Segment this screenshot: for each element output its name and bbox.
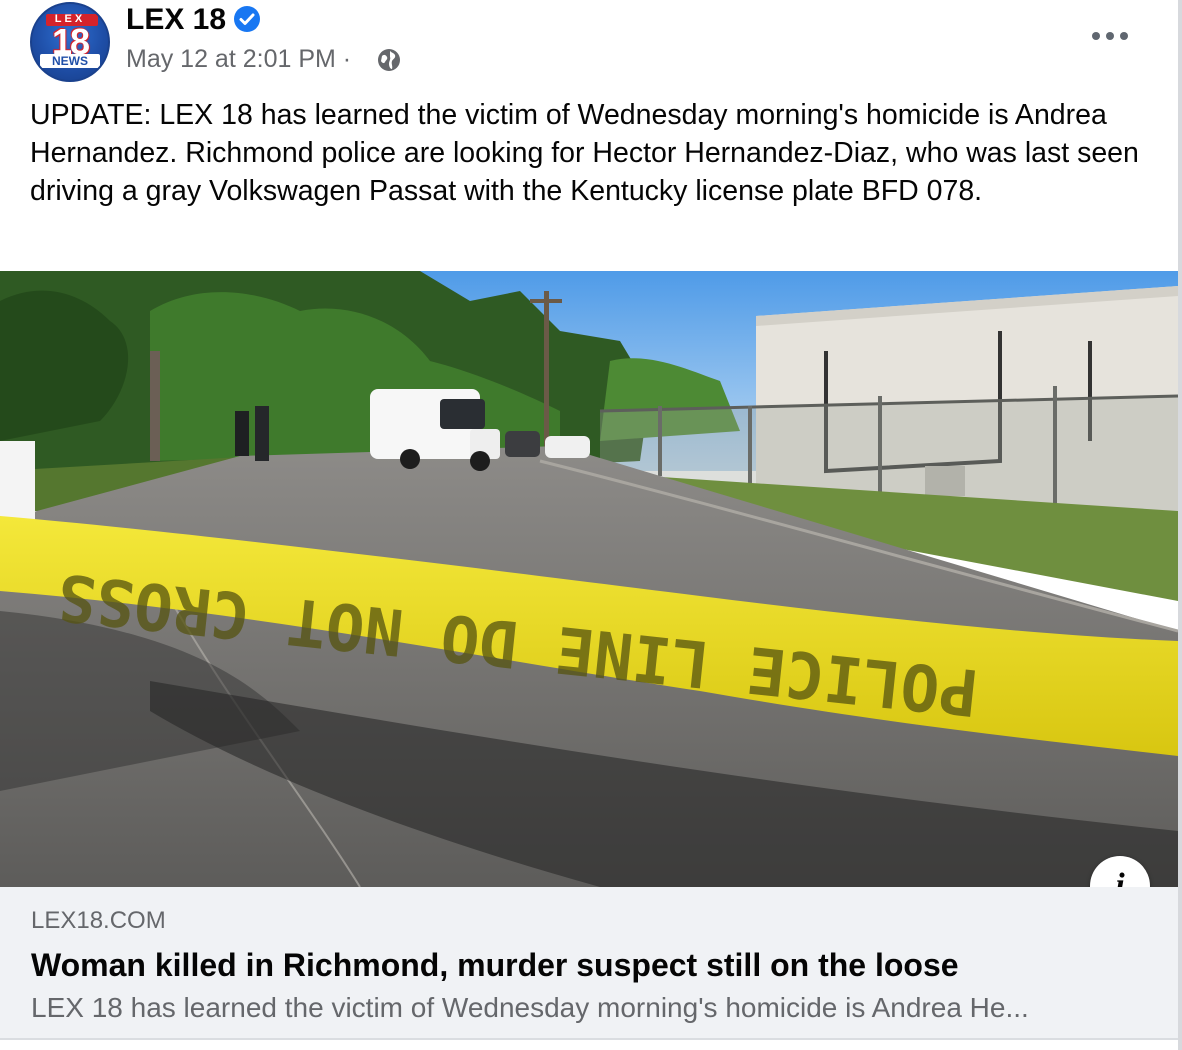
link-title[interactable]: Woman killed in Richmond, murder suspect… — [31, 945, 959, 985]
globe-icon[interactable] — [376, 47, 402, 73]
meta-separator: · — [342, 45, 352, 73]
avatar-logo-bottom: NEWS — [40, 54, 100, 68]
more-options-icon[interactable] — [1090, 28, 1130, 46]
link-domain: LEX18.COM — [31, 907, 166, 934]
link-description: LEX 18 has learned the victim of Wednesd… — [31, 992, 1029, 1023]
more-dot — [1092, 32, 1100, 40]
post-header: LEX 18 NEWS LEX 18 May 12 at 2:01 PM · — [0, 0, 1178, 92]
page-avatar[interactable]: LEX 18 NEWS — [30, 2, 110, 82]
more-dot — [1106, 32, 1114, 40]
post-timestamp-link[interactable]: May 12 at 2:01 PM — [126, 45, 336, 73]
post-text: UPDATE: LEX 18 has learned the victim of… — [30, 99, 1139, 207]
post-photo[interactable]: POLICE LINE DO NOT CROSS — [0, 271, 1178, 887]
facebook-post: LEX 18 NEWS LEX 18 May 12 at 2:01 PM · U… — [0, 0, 1182, 1050]
more-dot — [1120, 32, 1128, 40]
verified-badge-icon — [234, 6, 260, 32]
link-preview[interactable]: LEX18.COM Woman killed in Richmond, murd… — [0, 887, 1178, 1040]
post-meta: May 12 at 2:01 PM · — [126, 44, 351, 74]
page-name-link[interactable]: LEX 18 — [126, 4, 226, 36]
